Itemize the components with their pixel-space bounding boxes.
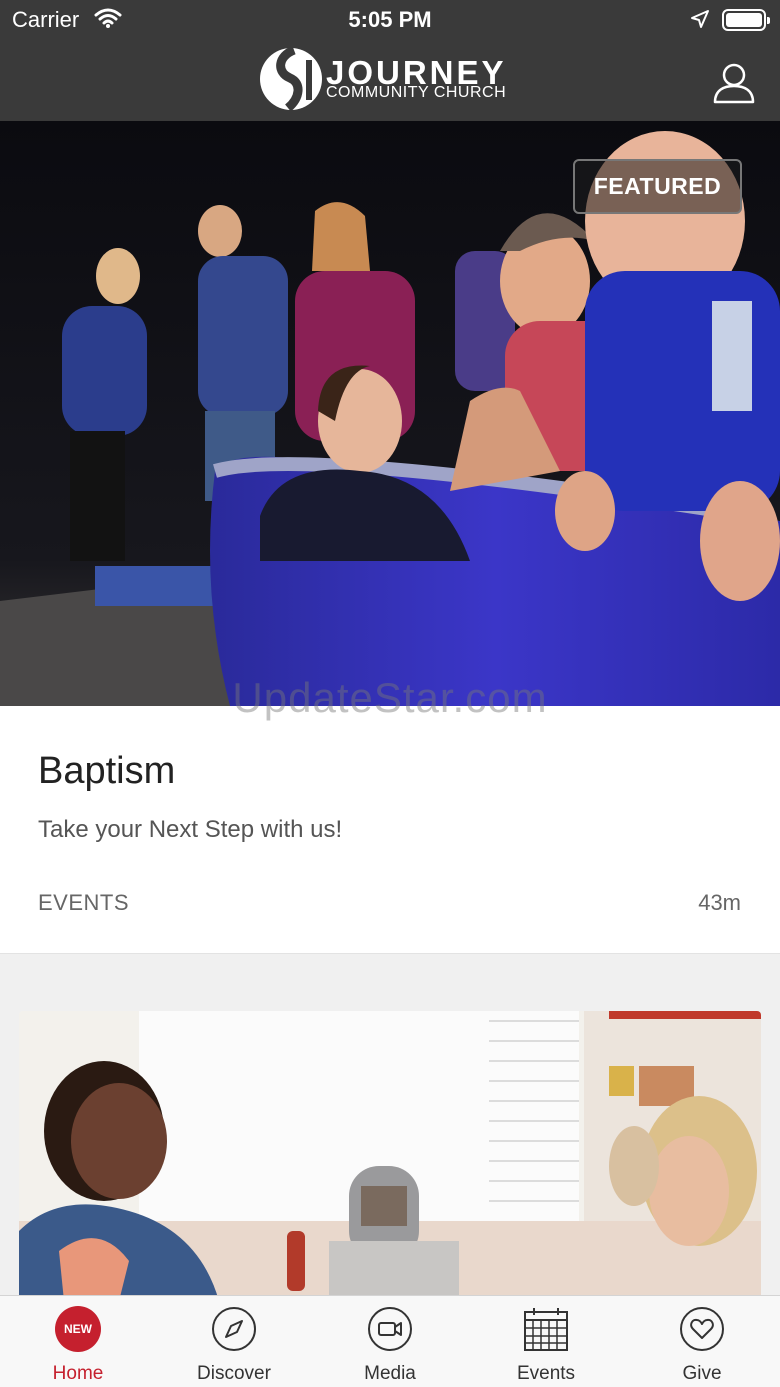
card-title: Baptism — [38, 750, 176, 792]
status-bar: Carrier 5:05 PM — [0, 0, 780, 40]
logo-mark-icon — [260, 46, 322, 112]
tab-media[interactable]: Media — [312, 1296, 468, 1387]
featured-badge: FEATURED — [573, 159, 742, 214]
tab-events[interactable]: Events — [468, 1296, 624, 1387]
tab-discover-label: Discover — [197, 1363, 271, 1384]
location-arrow-icon — [690, 9, 710, 34]
new-badge: NEW — [55, 1306, 101, 1352]
top-bar: Carrier 5:05 PM JOURNEY COMMUNITY CHURCH — [0, 0, 780, 121]
tab-discover[interactable]: Discover — [156, 1296, 312, 1387]
watermark: UpdateStar.com — [232, 674, 548, 721]
calendar-icon — [524, 1308, 568, 1351]
clock: 5:05 PM — [348, 7, 432, 32]
tab-home-label: Home — [52, 1363, 104, 1384]
tab-media-label: Media — [364, 1363, 416, 1384]
video-camera-icon — [368, 1307, 412, 1351]
card-subtitle: Take your Next Step with us! — [38, 816, 343, 843]
tab-home[interactable]: NEW Home — [0, 1296, 156, 1387]
tab-give[interactable]: Give — [624, 1296, 780, 1387]
card-timestamp: 43m — [698, 890, 741, 915]
compass-icon — [212, 1307, 256, 1351]
card-category: EVENTS — [38, 890, 130, 915]
content-card-image[interactable] — [19, 1011, 761, 1301]
church-logo[interactable]: JOURNEY COMMUNITY CHURCH — [258, 46, 528, 112]
tab-bar: NEW Home Discover Media Events Give — [0, 1295, 780, 1387]
tab-events-label: Events — [516, 1363, 576, 1384]
logo-subtitle: COMMUNITY CHURCH — [326, 84, 507, 101]
profile-icon[interactable] — [712, 62, 756, 109]
tab-give-label: Give — [682, 1363, 722, 1384]
app-screen: Carrier 5:05 PM JOURNEY COMMUNITY CHURCH… — [0, 0, 780, 1387]
battery-icon — [722, 9, 770, 31]
featured-card[interactable]: Baptism Take your Next Step with us! EVE… — [0, 706, 780, 954]
heart-icon — [680, 1307, 724, 1351]
